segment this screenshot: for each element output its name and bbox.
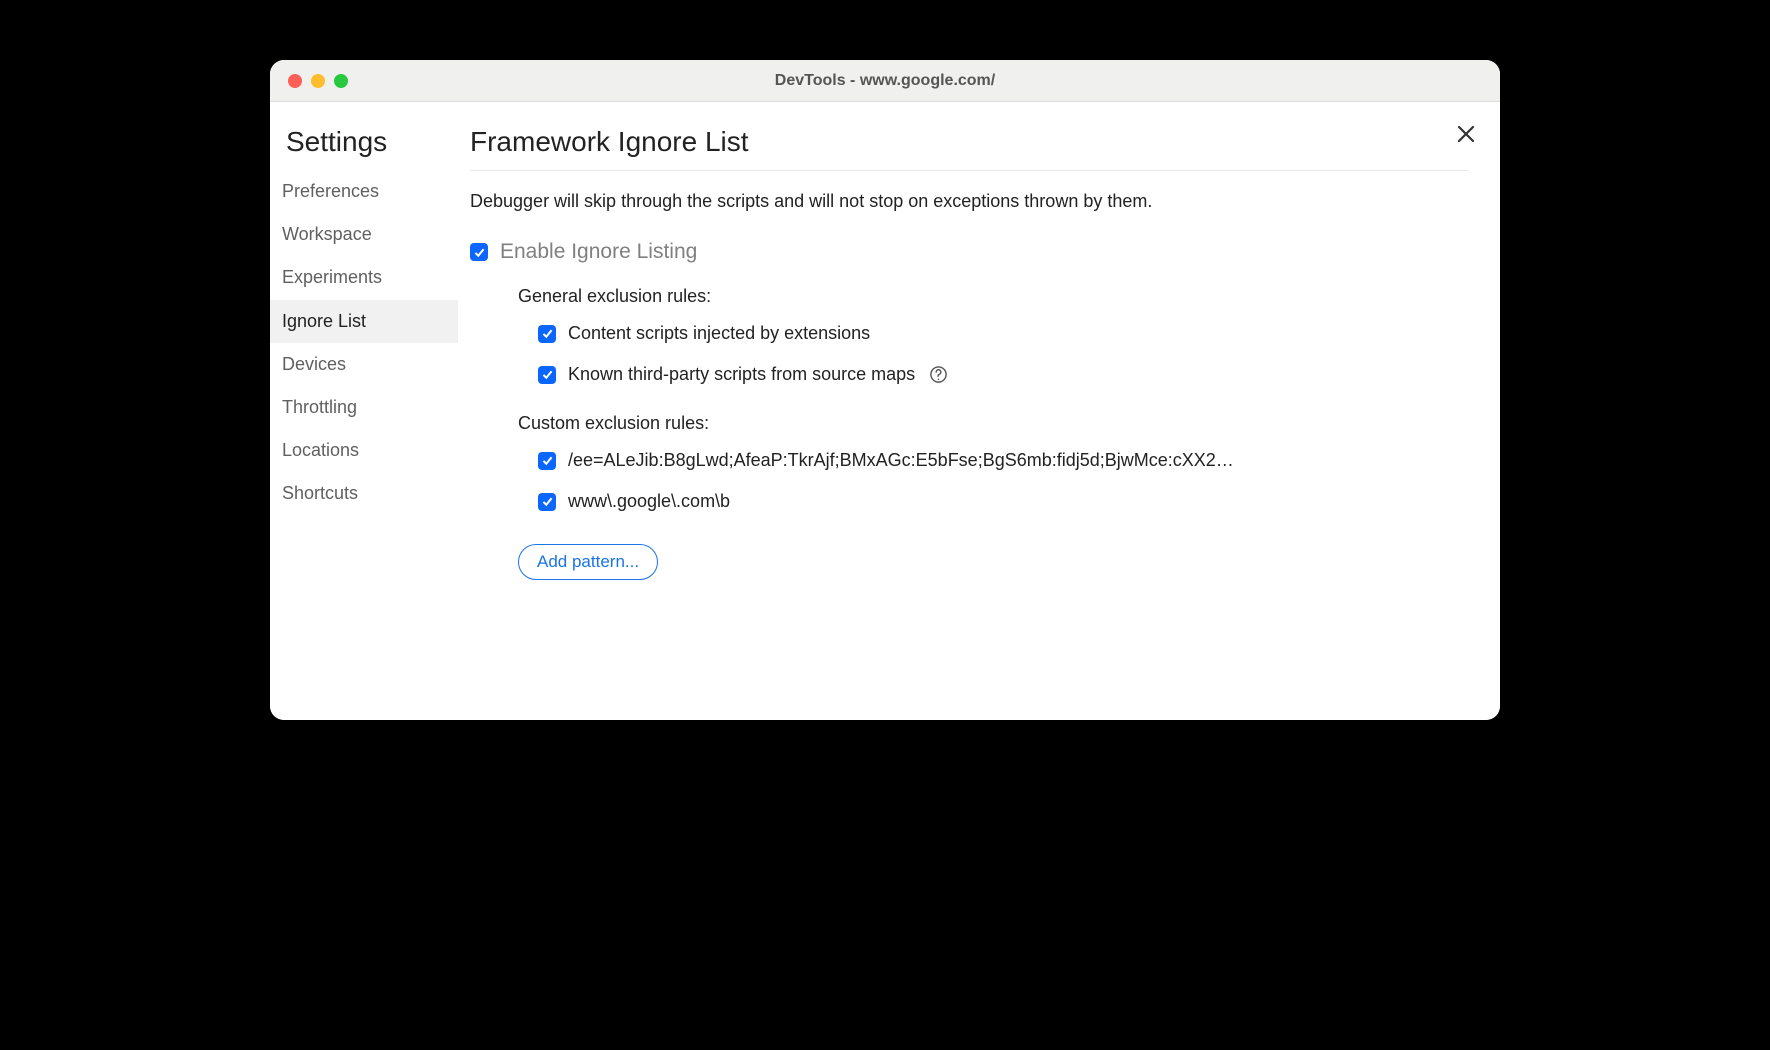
custom-rule-row: /ee=ALeJib:B8gLwd;AfeaP:TkrAjf;BMxAGc:E5… (518, 450, 1468, 471)
check-icon (473, 246, 486, 259)
help-icon[interactable] (929, 365, 948, 384)
content-area: Settings Preferences Workspace Experimen… (270, 102, 1500, 720)
sidebar-item-devices[interactable]: Devices (270, 343, 458, 386)
sidebar-item-shortcuts[interactable]: Shortcuts (270, 472, 458, 515)
sidebar-title: Settings (270, 126, 458, 170)
window-title: DevTools - www.google.com/ (270, 72, 1500, 90)
custom-rule-0-label: /ee=ALeJib:B8gLwd;AfeaP:TkrAjf;BMxAGc:E5… (568, 450, 1234, 471)
check-icon (541, 327, 554, 340)
page-title: Framework Ignore List (470, 126, 1468, 171)
content-scripts-checkbox[interactable] (538, 325, 556, 343)
minimize-window-button[interactable] (311, 74, 325, 88)
main-panel: Framework Ignore List Debugger will skip… (458, 102, 1500, 720)
sidebar-item-preferences[interactable]: Preferences (270, 170, 458, 213)
third-party-scripts-checkbox[interactable] (538, 366, 556, 384)
custom-rule-row: www\.google\.com\b (518, 491, 1468, 512)
third-party-scripts-label: Known third-party scripts from source ma… (568, 364, 915, 385)
enable-ignore-listing-row: Enable Ignore Listing (470, 240, 1468, 264)
general-rule-row: Content scripts injected by extensions (518, 323, 1468, 344)
close-settings-button[interactable] (1454, 122, 1478, 146)
traffic-lights (270, 74, 348, 88)
check-icon (541, 495, 554, 508)
sidebar-item-throttling[interactable]: Throttling (270, 386, 458, 429)
close-icon (1454, 122, 1478, 146)
content-scripts-label: Content scripts injected by extensions (568, 323, 870, 344)
custom-rule-1-checkbox[interactable] (538, 493, 556, 511)
settings-sidebar: Settings Preferences Workspace Experimen… (270, 102, 458, 720)
sidebar-item-locations[interactable]: Locations (270, 429, 458, 472)
page-description: Debugger will skip through the scripts a… (470, 171, 1468, 240)
general-rule-row: Known third-party scripts from source ma… (518, 364, 1468, 385)
sidebar-item-experiments[interactable]: Experiments (270, 256, 458, 299)
sidebar-item-ignore-list[interactable]: Ignore List (270, 300, 458, 343)
check-icon (541, 454, 554, 467)
enable-ignore-listing-label: Enable Ignore Listing (500, 240, 697, 264)
general-rules-heading: General exclusion rules: (470, 286, 1468, 307)
sidebar-item-workspace[interactable]: Workspace (270, 213, 458, 256)
close-window-button[interactable] (288, 74, 302, 88)
custom-rules-heading: Custom exclusion rules: (470, 413, 1468, 434)
custom-rule-0-checkbox[interactable] (538, 452, 556, 470)
maximize-window-button[interactable] (334, 74, 348, 88)
custom-rules-block: Custom exclusion rules: /ee=ALeJib:B8gLw… (470, 413, 1468, 580)
devtools-window: DevTools - www.google.com/ Settings Pref… (270, 60, 1500, 720)
custom-rule-1-label: www\.google\.com\b (568, 491, 730, 512)
add-pattern-button[interactable]: Add pattern... (518, 544, 658, 580)
titlebar: DevTools - www.google.com/ (270, 60, 1500, 102)
enable-ignore-listing-checkbox[interactable] (470, 243, 488, 261)
check-icon (541, 368, 554, 381)
